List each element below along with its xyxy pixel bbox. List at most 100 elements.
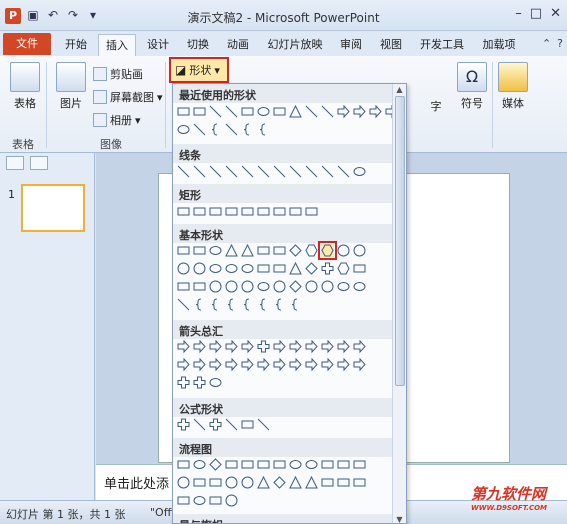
shape-ellipse-icon[interactable] [353,280,366,293]
shape-tri-icon[interactable] [241,244,254,257]
shape-ellipse-icon[interactable] [209,262,222,275]
shape-rect-icon[interactable] [193,280,206,293]
minimize-ribbon-icon[interactable]: ⌃ [542,37,551,50]
shape-circ-icon[interactable] [353,244,366,257]
shape-diamond-icon[interactable] [289,244,302,257]
scroll-thumb[interactable] [395,96,405,386]
shape-brace-icon[interactable] [241,298,254,311]
shape-arrow-icon[interactable] [353,358,366,371]
shape-rect-icon[interactable] [225,458,238,471]
shape-rect-icon[interactable] [321,476,334,489]
shape-arrow-icon[interactable] [273,358,286,371]
shape-tri-icon[interactable] [289,262,302,275]
shape-rect-icon[interactable] [273,458,286,471]
shape-line-icon[interactable] [241,165,254,178]
shape-plus-icon[interactable] [177,376,190,389]
shape-arrow-icon[interactable] [337,340,350,353]
shape-brace-icon[interactable] [209,123,222,136]
shape-ellipse-icon[interactable] [209,376,222,389]
tab-view[interactable]: 视图 [374,34,408,56]
tab-review[interactable]: 审阅 [334,34,368,56]
shape-rect-icon[interactable] [337,476,350,489]
tab-developer[interactable]: 开发工具 [414,34,470,56]
gallery-scrollbar[interactable]: ▲ ▼ [392,84,406,523]
shape-rect-icon[interactable] [337,458,350,471]
shape-line-icon[interactable] [257,165,270,178]
shape-hex-icon[interactable] [337,262,350,275]
shape-ellipse-icon[interactable] [257,280,270,293]
shape-brace-icon[interactable] [273,298,286,311]
shape-arrow-icon[interactable] [225,340,238,353]
shape-line-icon[interactable] [305,165,318,178]
shape-rect-icon[interactable] [257,244,270,257]
shape-plus-icon[interactable] [177,418,190,431]
shape-rect-icon[interactable] [177,205,190,218]
shape-rect-icon[interactable] [353,262,366,275]
shape-rect-icon[interactable] [273,105,286,118]
shape-circ-icon[interactable] [225,494,238,507]
shape-line-icon[interactable] [177,165,190,178]
shape-rect-icon[interactable] [257,458,270,471]
shape-arrow-icon[interactable] [305,340,318,353]
shape-rect-icon[interactable] [353,476,366,489]
shape-rect-icon[interactable] [177,494,190,507]
shape-line-icon[interactable] [193,123,206,136]
shape-ellipse-icon[interactable] [337,280,350,293]
shape-rect-icon[interactable] [321,458,334,471]
shape-circ-icon[interactable] [177,262,190,275]
shape-rect-icon[interactable] [241,105,254,118]
tab-animations[interactable]: 动画 [220,34,256,56]
shape-rect-icon[interactable] [209,476,222,489]
shape-brace-icon[interactable] [193,298,206,311]
shape-line-icon[interactable] [193,418,206,431]
shape-rect-icon[interactable] [241,458,254,471]
shape-arrow-icon[interactable] [337,358,350,371]
shape-ellipse-icon[interactable] [257,105,270,118]
screenshot-button[interactable]: 屏幕截图 ▾ [93,89,163,105]
shape-arrow-icon[interactable] [289,340,302,353]
shape-arrow-icon[interactable] [209,340,222,353]
shape-circ-icon[interactable] [225,476,238,489]
shape-arrow-icon[interactable] [193,340,206,353]
shape-tri-icon[interactable] [257,476,270,489]
shape-ellipse-icon[interactable] [289,458,302,471]
shape-line-icon[interactable] [273,165,286,178]
shape-ellipse-icon[interactable] [209,244,222,257]
shape-ellipse-icon[interactable] [193,458,206,471]
shape-arrow-icon[interactable] [321,358,334,371]
shape-ellipse-icon[interactable] [353,165,366,178]
shape-rect-icon[interactable] [193,244,206,257]
shape-diamond-icon[interactable] [289,280,302,293]
misc-text-button[interactable]: 字 [425,62,447,114]
help-icon[interactable]: ? [557,37,563,50]
shape-arrow-icon[interactable] [321,340,334,353]
shape-ellipse-icon[interactable] [225,262,238,275]
minimize-icon[interactable]: – [515,6,522,21]
tab-design[interactable]: 设计 [140,34,176,56]
scroll-up-icon[interactable]: ▲ [395,85,404,94]
shape-arrow-icon[interactable] [209,358,222,371]
shape-arrow-icon[interactable] [337,105,350,118]
close-icon[interactable]: ✕ [550,6,561,21]
shape-brace-icon[interactable] [257,123,270,136]
shape-circ-icon[interactable] [193,262,206,275]
table-button[interactable]: 表格 [8,62,42,111]
tab-transitions[interactable]: 切换 [180,34,216,56]
shape-plus-icon[interactable] [257,340,270,353]
shape-line-icon[interactable] [177,298,190,311]
shape-circ-icon[interactable] [209,280,222,293]
slide-thumbnail[interactable] [21,184,85,232]
shape-circ-icon[interactable] [177,476,190,489]
shape-brace-icon[interactable] [257,298,270,311]
shape-arrow-icon[interactable] [369,105,382,118]
shape-arrow-icon[interactable] [241,358,254,371]
shape-arrow-icon[interactable] [177,358,190,371]
shape-rect-icon[interactable] [289,205,302,218]
shape-hex-icon[interactable] [318,241,337,260]
shape-rect-icon[interactable] [193,105,206,118]
shape-arrow-icon[interactable] [225,358,238,371]
shape-brace-icon[interactable] [289,298,302,311]
shape-rect-icon[interactable] [177,105,190,118]
shape-line-icon[interactable] [209,165,222,178]
shape-rect-icon[interactable] [177,280,190,293]
